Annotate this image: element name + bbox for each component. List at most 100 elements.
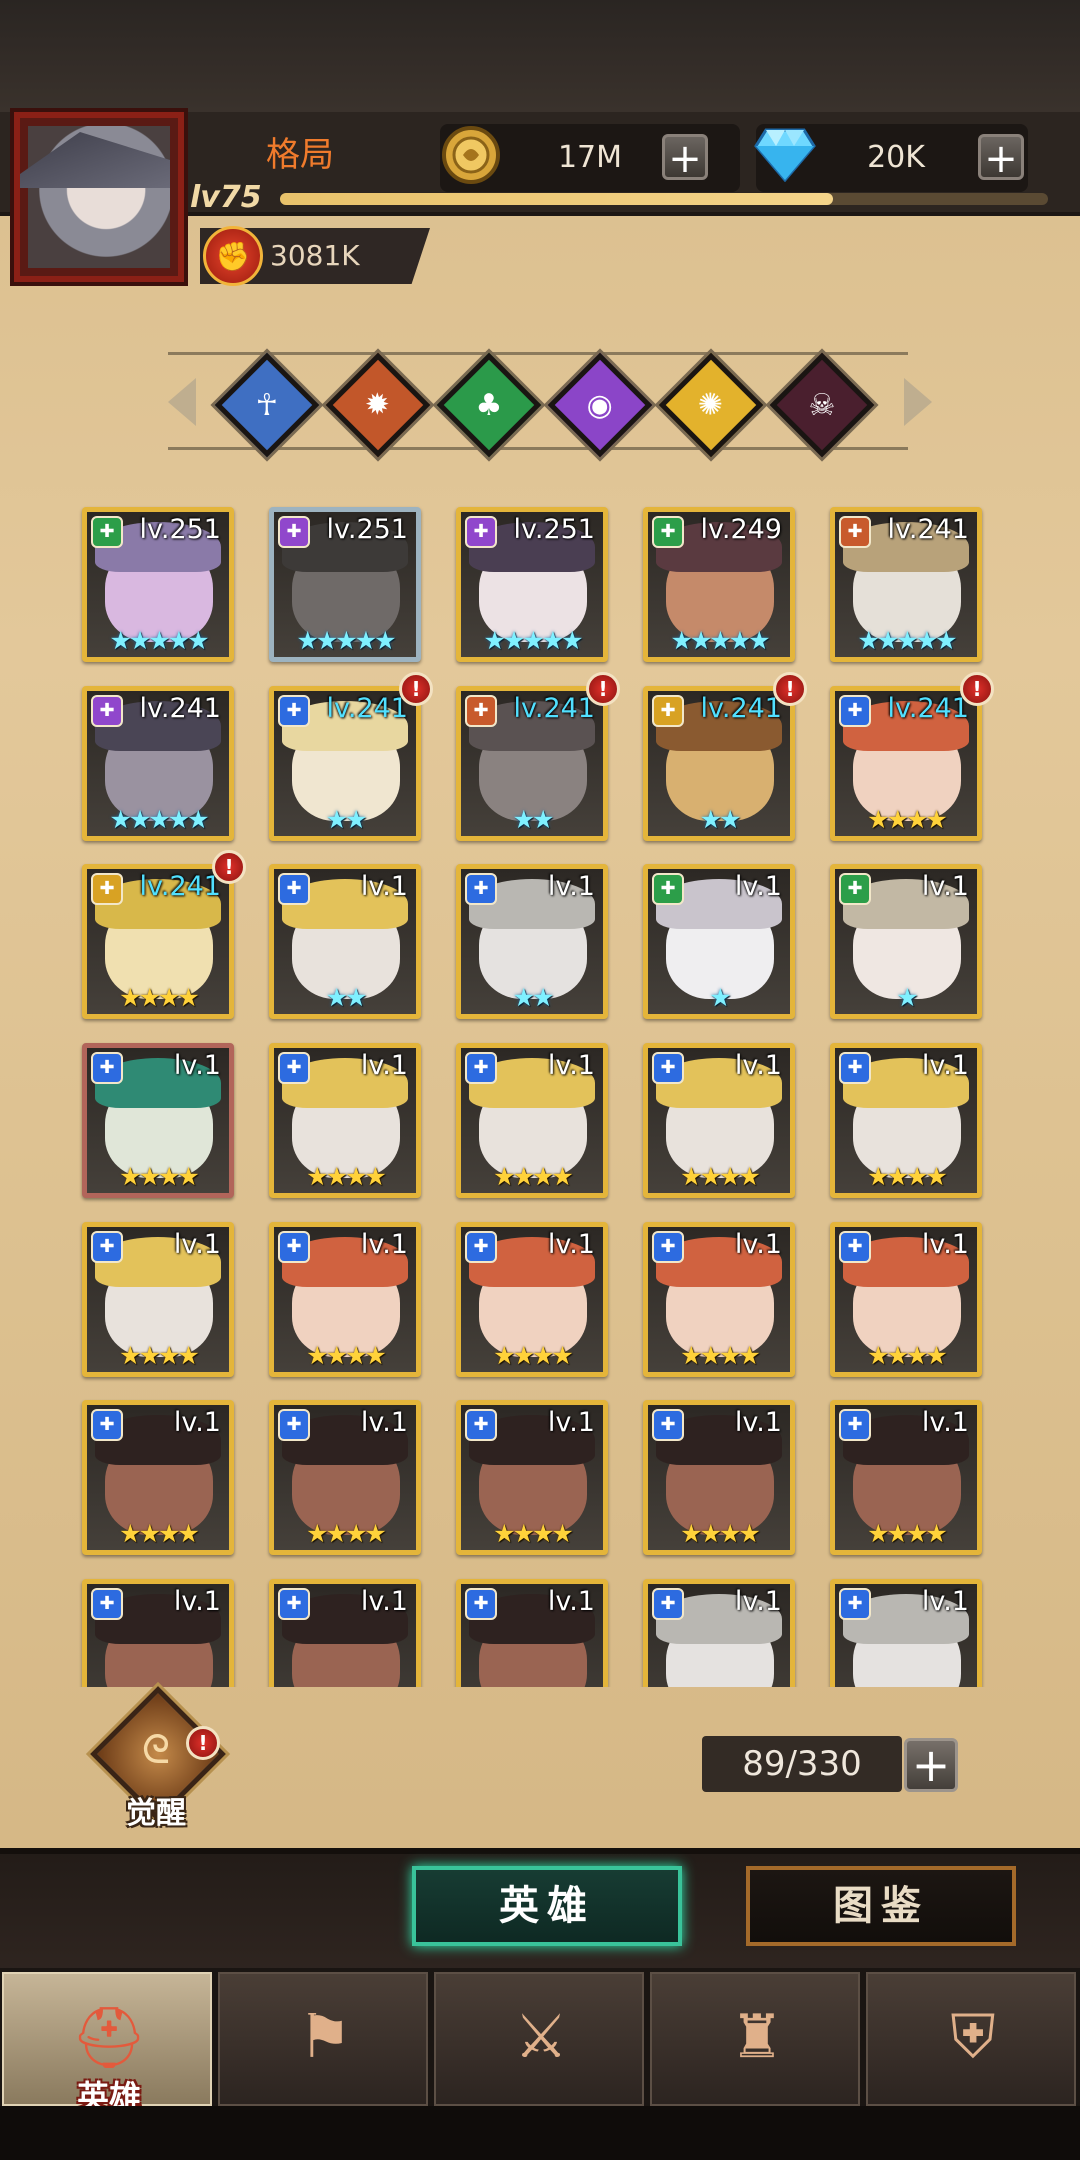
hero-card[interactable]: ✚ lv.1 ★★★★ [456,1222,608,1377]
hero-level: lv.241 [139,693,221,724]
hero-stars: ★★★★★ [670,626,770,655]
hero-level: lv.241 [887,693,969,724]
hero-stars: ★★★★★ [296,626,396,655]
hero-card[interactable]: ✚ lv.1 ★★★★ [82,1043,234,1198]
faction-badge-icon: ✚ [839,1052,871,1084]
hero-grid: ✚ lv.251 ★★★★★ ✚ lv.251 ★★★★★ ✚ lv.251 ★★★★★ ✚ lv.… [82,507,998,1687]
nav-bottom-edge [0,2106,1080,2160]
xp-bar-fill [280,193,833,205]
hero-card[interactable]: ✚ lv.251 ★★★★★ [456,507,608,662]
expand-hero-slots-button[interactable]: + [904,1738,958,1792]
add-gold-button[interactable]: + [662,134,708,181]
hero-card[interactable]: ✚ lv.1 ★★★★ [82,1222,234,1377]
hero-level: lv.1 [734,1586,782,1617]
hero-card[interactable]: ✚ lv.1 ★★★★ [643,1222,795,1377]
gold-counter: 17M + [440,124,740,192]
hero-card[interactable]: ✚ lv.251 ★★★★★ [82,507,234,662]
status-bar-area [0,0,1080,112]
hero-level: lv.1 [173,1407,221,1438]
awaken-label: 觉醒 [126,1796,186,1831]
hero-level: lv.251 [326,514,408,545]
hero-screen: { "player": { "name": "格局", "level": "lv… [0,0,1080,2160]
hero-card[interactable]: ✚ lv.1 ★★★★ [82,1400,234,1555]
hero-card[interactable]: ✚ lv.1 ★★★★ [269,1400,421,1555]
nav-item-guild-banner[interactable]: ⚑ [218,1972,428,2106]
hero-card[interactable]: ✚ lv.1 [643,1579,795,1687]
gold-value: 17M [557,140,623,175]
hero-card[interactable]: ✚ lv.1 [830,1579,982,1687]
faction-badge-icon: ✚ [652,516,684,548]
faction-filter-ankh-icon[interactable]: ☥ [214,352,320,458]
hero-card[interactable]: ✚ lv.1 ★★★★ [830,1043,982,1198]
hero-stars: ★★★★ [867,805,948,834]
nav-item-crossed-swords[interactable]: ⚔ [434,1972,644,2106]
hero-card[interactable]: ✚ lv.249 ★★★★★ [643,507,795,662]
faction-badge-icon: ✚ [652,873,684,905]
faction-filter-clover-icon[interactable]: ♣ [436,352,542,458]
filter-scroll-right-icon[interactable] [904,378,932,426]
hero-card[interactable]: ✚ lv.241 ★★★★ [830,686,982,841]
faction-badge-icon: ✚ [278,1588,310,1620]
hero-stars: ★★★★ [867,1519,948,1548]
hero-card[interactable]: ✚ lv.1 ★★★★ [830,1222,982,1377]
faction-badge-icon: ✚ [91,1588,123,1620]
faction-filter-eye-icon[interactable]: ◉ [547,352,653,458]
awaken-glyph: ᘓ [141,1727,171,1773]
hero-card[interactable]: ✚ lv.1 ★★★★ [269,1222,421,1377]
awaken-alert-badge: ! [186,1726,220,1760]
hero-card[interactable]: ✚ lv.1 [269,1579,421,1687]
faction-filter-sun-icon[interactable]: ✺ [658,352,764,458]
hero-card[interactable]: ✚ lv.1 ★★★★ [643,1043,795,1198]
awaken-button[interactable]: ᘓ 觉醒 [90,1686,226,1831]
hero-card[interactable]: ✚ lv.241 ★★★★★ [830,507,982,662]
hero-card[interactable]: ✚ lv.241 ★★ [643,686,795,841]
filter-scroll-left-icon[interactable] [168,378,196,426]
tab-atlas[interactable]: 图鉴 [746,1866,1016,1946]
hero-card[interactable]: ✚ lv.1 ★ [830,864,982,1019]
hero-stars: ★★★★★ [109,626,209,655]
player-avatar[interactable] [14,112,184,282]
hero-card[interactable]: ✚ lv.251 ★★★★★ [269,507,421,662]
add-diamond-button[interactable]: + [978,134,1024,181]
faction-filter-skull-icon[interactable]: ☠ [769,352,875,458]
gold-coin-icon [436,120,506,190]
hero-level: lv.251 [513,514,595,545]
hero-stars: ★★★★ [680,1519,761,1548]
hero-card[interactable]: ✚ lv.241 ★★★★ [82,864,234,1019]
faction-badge-icon: ✚ [465,1409,497,1441]
nav-item-knight-helmet[interactable]: ⛑ 英雄 [2,1972,212,2116]
faction-badge-icon: ✚ [465,516,497,548]
hero-stars: ★★★★ [306,1162,387,1191]
hero-level: lv.1 [921,1050,969,1081]
faction-badge-icon: ✚ [652,1231,684,1263]
nav-item-handshake-shield[interactable]: ⛨ [866,1972,1076,2106]
hero-card[interactable]: ✚ lv.1 ★ [643,864,795,1019]
hero-card[interactable]: ✚ lv.1 [456,1579,608,1687]
nav-item-tower[interactable]: ♜ [650,1972,860,2106]
hero-card[interactable]: ✚ lv.241 ★★ [269,686,421,841]
faction-badge-icon: ✚ [278,873,310,905]
hero-card[interactable]: ✚ lv.1 ★★★★ [456,1400,608,1555]
handshake-shield-icon: ⛨ [950,2002,996,2072]
faction-filter-cog-icon[interactable]: ✹ [325,352,431,458]
faction-badge-icon: ✚ [839,1409,871,1441]
hero-card[interactable]: ✚ lv.1 ★★ [269,864,421,1019]
hero-card[interactable]: ✚ lv.241 ★★★★★ [82,686,234,841]
hero-stars: ★ [896,983,918,1012]
hero-stars: ★★★★ [680,1162,761,1191]
hero-card[interactable]: ✚ lv.241 ★★ [456,686,608,841]
hero-card[interactable]: ✚ lv.1 ★★★★ [456,1043,608,1198]
hero-card[interactable]: ✚ lv.1 ★★★★ [269,1043,421,1198]
faction-badge-icon: ✚ [839,873,871,905]
hero-level: lv.1 [173,1229,221,1260]
hero-card[interactable]: ✚ lv.1 ★★★★ [643,1400,795,1555]
tower-icon: ♜ [730,2002,784,2072]
hero-stars: ★★★★ [306,1341,387,1370]
hero-level: lv.1 [734,1407,782,1438]
faction-badge-icon: ✚ [91,1052,123,1084]
hero-level: lv.1 [360,1050,408,1081]
hero-card[interactable]: ✚ lv.1 ★★★★ [830,1400,982,1555]
hero-card[interactable]: ✚ lv.1 ★★ [456,864,608,1019]
tab-heroes[interactable]: 英雄 [412,1866,682,1946]
hero-alert-badge: ! [586,672,620,706]
